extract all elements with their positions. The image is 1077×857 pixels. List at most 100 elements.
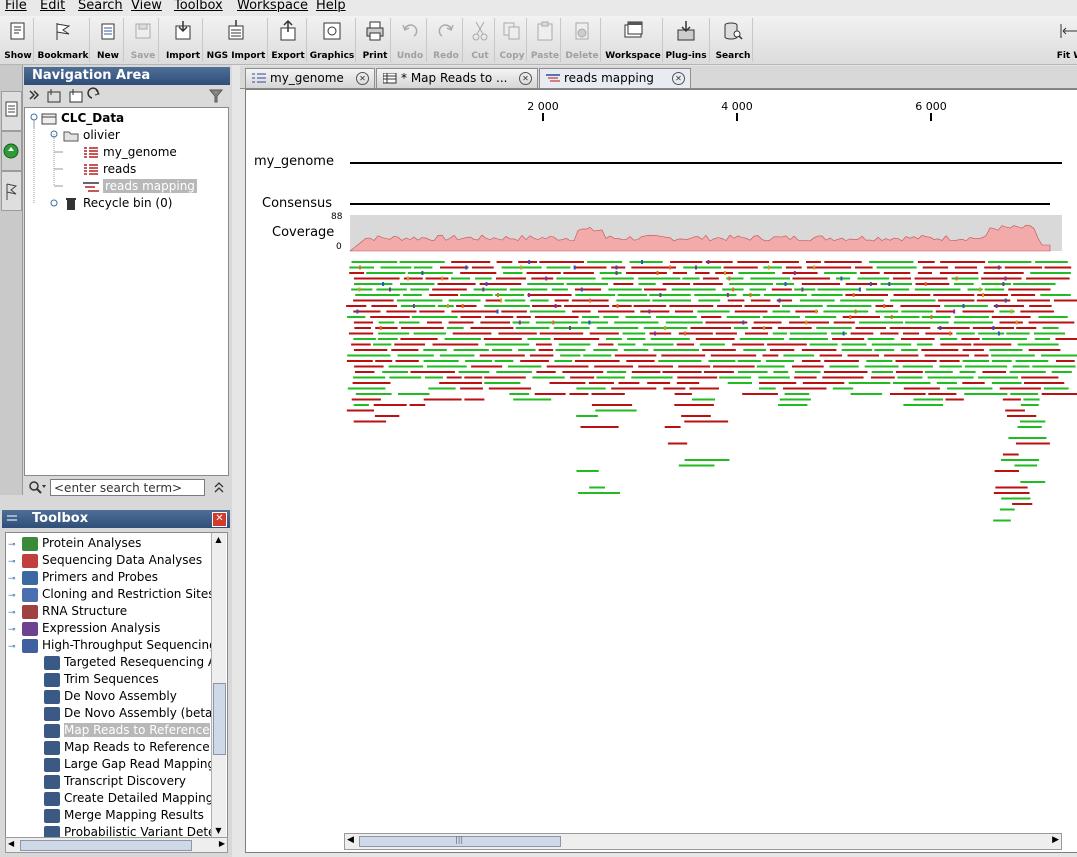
read[interactable] (772, 310, 791, 313)
toolbox-vertical-scrollbar[interactable]: ▲ ▼ (211, 533, 226, 837)
read[interactable] (978, 332, 1005, 335)
read[interactable] (400, 338, 438, 340)
read[interactable] (784, 393, 810, 395)
read[interactable] (794, 371, 821, 373)
read[interactable] (890, 299, 936, 302)
read[interactable] (351, 288, 373, 291)
read[interactable] (1023, 398, 1040, 401)
read[interactable] (893, 277, 911, 280)
read[interactable] (677, 376, 718, 379)
read[interactable] (1041, 354, 1077, 357)
read[interactable] (397, 354, 434, 357)
read[interactable] (933, 294, 975, 296)
read[interactable] (772, 261, 799, 263)
read[interactable] (795, 310, 818, 313)
read[interactable] (789, 321, 829, 324)
save-button[interactable]: Save (128, 18, 159, 62)
read[interactable] (684, 420, 729, 423)
read[interactable] (554, 299, 569, 302)
read[interactable] (1011, 294, 1036, 296)
search-icon[interactable] (26, 478, 48, 498)
read[interactable] (617, 343, 636, 346)
read[interactable] (378, 321, 395, 324)
bookmark-button[interactable]: Bookmark (37, 18, 90, 62)
read[interactable] (496, 261, 513, 263)
print-button[interactable]: Print (360, 18, 391, 62)
read[interactable] (702, 349, 736, 351)
read[interactable] (1002, 453, 1019, 456)
toolbox-item-targeted-resequencing-a[interactable]: Targeted Resequencing A (44, 654, 216, 671)
read[interactable] (471, 266, 494, 269)
read[interactable] (674, 393, 692, 395)
read[interactable] (614, 321, 659, 324)
read[interactable] (767, 343, 807, 346)
read[interactable] (999, 387, 1041, 390)
read[interactable] (527, 294, 572, 296)
read[interactable] (789, 332, 827, 335)
read[interactable] (587, 261, 623, 263)
read[interactable] (354, 365, 384, 368)
read[interactable] (805, 316, 837, 318)
read[interactable] (484, 382, 521, 384)
read[interactable] (370, 316, 410, 318)
read[interactable] (509, 393, 530, 395)
toolbox-item-sequencing-data-analyses[interactable]: ⊸ Sequencing Data Analyses (8, 552, 202, 569)
read[interactable] (546, 266, 571, 269)
read[interactable] (1016, 442, 1050, 445)
read[interactable] (758, 376, 790, 379)
close-tab-icon[interactable]: ✕ (356, 72, 369, 85)
read[interactable] (574, 288, 602, 291)
read[interactable] (591, 404, 633, 406)
read[interactable] (631, 371, 661, 373)
read[interactable] (1000, 459, 1040, 461)
menu-edit[interactable]: Edit (40, 0, 65, 13)
read[interactable] (719, 376, 752, 379)
read[interactable] (750, 299, 771, 302)
read[interactable] (532, 305, 562, 307)
read[interactable] (444, 338, 481, 340)
read[interactable] (924, 371, 953, 373)
read[interactable] (446, 376, 462, 379)
read[interactable] (374, 415, 400, 417)
read[interactable] (743, 349, 767, 351)
read[interactable] (871, 343, 912, 346)
read[interactable] (518, 261, 538, 263)
read[interactable] (964, 393, 1008, 395)
read[interactable] (582, 316, 600, 318)
filter-icon[interactable] (208, 89, 224, 103)
read[interactable] (346, 360, 373, 362)
read[interactable] (682, 277, 700, 280)
read[interactable] (618, 382, 640, 384)
read[interactable] (880, 332, 899, 335)
read[interactable] (534, 393, 566, 395)
read[interactable] (782, 305, 823, 307)
favorites-side-tab[interactable] (1, 171, 22, 211)
read[interactable] (1017, 299, 1050, 302)
read[interactable] (507, 365, 542, 368)
read[interactable] (460, 316, 482, 318)
read[interactable] (608, 288, 642, 291)
read[interactable] (413, 332, 446, 335)
read[interactable] (833, 321, 855, 324)
read[interactable] (991, 382, 1022, 384)
read[interactable] (558, 343, 591, 346)
read[interactable] (903, 404, 944, 406)
read[interactable] (437, 283, 476, 285)
read[interactable] (611, 387, 657, 390)
read[interactable] (762, 354, 779, 357)
read[interactable] (674, 404, 714, 406)
read[interactable] (446, 327, 464, 329)
read[interactable] (1051, 371, 1072, 373)
read[interactable] (612, 305, 632, 307)
import-button[interactable]: Import (164, 18, 203, 62)
read[interactable] (1035, 261, 1068, 263)
read[interactable] (823, 371, 868, 373)
read[interactable] (864, 365, 899, 368)
read[interactable] (400, 283, 435, 285)
read[interactable] (1056, 360, 1075, 362)
expand-toggle-icon[interactable]: ⊸ (8, 639, 22, 656)
toolbox-item-map-reads-to-reference[interactable]: Map Reads to Reference (44, 739, 210, 756)
read[interactable] (464, 376, 483, 379)
read[interactable] (672, 272, 687, 274)
read[interactable] (917, 261, 935, 263)
